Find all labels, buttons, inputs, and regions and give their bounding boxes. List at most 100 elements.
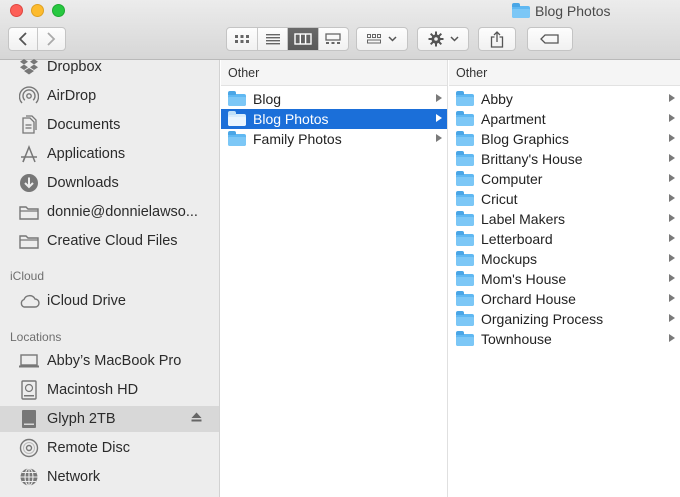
sidebar-item-label: iCloud Drive [47,293,126,309]
harddisk-icon [18,380,40,400]
folder-icon [456,331,474,346]
list-view-button[interactable] [257,28,287,50]
sidebar-item-documents[interactable]: Documents [18,112,120,138]
disclosure-arrow-icon [669,214,675,222]
share-icon [490,30,504,48]
cloud-icon [18,291,40,311]
folder-icon [456,311,474,326]
sidebar-item-remote-disc[interactable]: Remote Disc [18,435,130,461]
disclosure-arrow-icon [669,194,675,202]
folder-row[interactable]: Abby [449,89,680,109]
sidebar-item-macbook[interactable]: Abby’s MacBook Pro [18,348,181,374]
folder-row[interactable]: Apartment [449,109,680,129]
folder-icon [456,271,474,286]
sidebar-item-dropbox[interactable]: Dropbox [18,54,102,80]
browser-column-1: Other Blog Blog Photos Family Photos [221,60,448,497]
zoom-window-button[interactable] [52,4,65,17]
chevron-down-icon [388,36,397,42]
folder-icon [456,111,474,126]
sidebar-item-label: Remote Disc [47,440,130,456]
disclosure-arrow-icon [669,274,675,282]
folder-row-blog[interactable]: Blog [221,89,447,109]
folder-name: Mom's House [481,271,567,287]
title-toolbar: Blog Photos [0,0,680,60]
folder-row-family-photos[interactable]: Family Photos [221,129,447,149]
share-button[interactable] [478,27,516,51]
folder-row[interactable]: Mockups [449,249,680,269]
sidebar-item-creative-cloud[interactable]: Creative Cloud Files [18,228,178,254]
sidebar-item-macintosh-hd[interactable]: Macintosh HD [18,377,138,403]
folder-icon [456,131,474,146]
chevron-down-icon [449,36,459,42]
airdrop-icon [18,86,40,106]
gallery-icon [325,33,342,44]
disclosure-arrow-icon [436,94,442,102]
view-mode-group [226,27,349,51]
sidebar-item-label: AirDrop [47,88,97,104]
folder-row[interactable]: Mom's House [449,269,680,289]
laptop-icon [18,351,40,371]
disclosure-arrow-icon [669,114,675,122]
folder-icon [456,251,474,266]
folder-row[interactable]: Letterboard [449,229,680,249]
folder-name: Orchard House [481,291,576,307]
sidebar-item-label: Downloads [47,175,119,191]
sidebar-item-applications[interactable]: Applications [18,141,125,167]
folder-icon [456,231,474,246]
disclosure-arrow-icon [669,154,675,162]
folder-row-blog-photos[interactable]: Blog Photos [221,109,447,129]
folder-name: Label Makers [481,211,566,227]
sidebar-item-label: Creative Cloud Files [47,233,178,249]
sidebar-item-airdrop[interactable]: AirDrop [18,83,96,109]
folder-row[interactable]: Organizing Process [449,309,680,329]
sidebar-item-network[interactable]: Network [18,464,100,490]
forward-button[interactable] [36,28,65,50]
folder-name: Cricut [481,191,518,207]
sidebar-item-label: Documents [47,117,121,133]
sidebar-item-glyph[interactable]: Glyph 2TB [0,406,219,432]
folder-icon [456,171,474,186]
back-button[interactable] [9,28,37,50]
close-window-button[interactable] [10,4,23,17]
disclosure-arrow-icon [669,234,675,242]
folder-name: Blog Graphics [481,131,569,147]
sidebar-item-icloud-drive[interactable]: iCloud Drive [18,288,126,314]
minimize-window-button[interactable] [31,4,44,17]
gallery-view-button[interactable] [317,28,348,50]
folder-icon [456,191,474,206]
folder-name: Blog [253,91,282,107]
disclosure-arrow-icon [669,94,675,102]
folder-row[interactable]: Townhouse [449,329,680,349]
folder-row[interactable]: Brittany's House [449,149,680,169]
folder-name: Letterboard [481,231,553,247]
column-view-button[interactable] [287,28,318,50]
folder-name: Mockups [481,251,538,267]
arrange-grid-icon [367,34,381,44]
folder-row[interactable]: Blog Graphics [449,129,680,149]
folder-icon [228,111,246,126]
tag-button[interactable] [527,27,573,51]
downloads-icon [18,173,40,193]
icon-view-button[interactable] [227,28,257,50]
folder-name: Townhouse [481,331,552,347]
folder-name: Organizing Process [481,311,604,327]
eject-icon[interactable] [191,412,202,425]
browser-column-2: Other Abby Apartment Blog Graphics Britt… [449,60,680,497]
window-title: Blog Photos [512,2,611,19]
folder-row[interactable]: Computer [449,169,680,189]
sidebar-item-donnie-folder[interactable]: donnie@donnielawso... [18,199,198,225]
folder-row[interactable]: Cricut [449,189,680,209]
sidebar-item-label: Glyph 2TB [47,411,116,427]
list-icon [265,34,280,45]
sidebar-header-locations: Locations [10,330,62,344]
folder-icon [18,231,40,251]
gear-icon [428,31,443,47]
arrange-button[interactable] [356,27,408,51]
folder-row[interactable]: Label Makers [449,209,680,229]
folder-row[interactable]: Orchard House [449,289,680,309]
action-button[interactable] [417,27,469,51]
folder-icon [228,91,246,106]
applications-icon [18,144,40,164]
sidebar-item-downloads[interactable]: Downloads [18,170,119,196]
chevron-left-icon [18,32,27,46]
